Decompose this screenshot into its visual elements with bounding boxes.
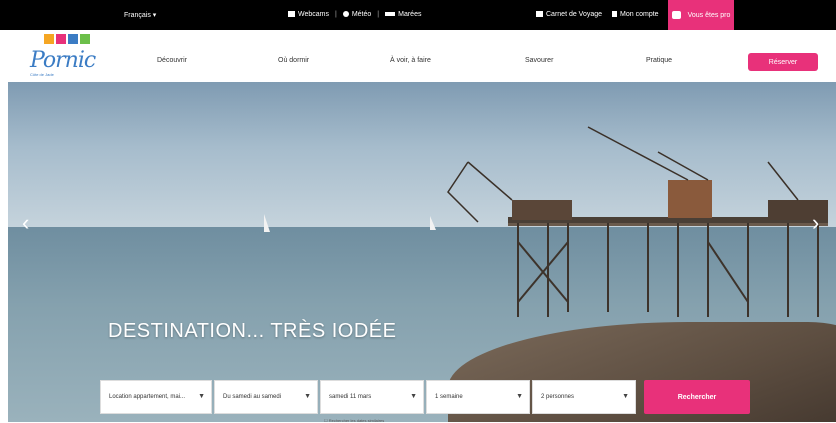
account-link[interactable]: Mon compte	[612, 11, 659, 18]
chevron-down-icon: ▼	[304, 393, 311, 400]
webcam-link[interactable]: Webcams	[288, 11, 329, 18]
tides-link[interactable]: Marées	[385, 11, 421, 18]
search-bar: Location appartement, mai... ▼ Du samedi…	[100, 380, 750, 414]
logo[interactable]: Pornic Côte de Jade	[30, 32, 120, 80]
chevron-left-icon[interactable]: ‹	[22, 210, 29, 236]
chevron-down-icon: ▼	[410, 393, 417, 400]
pro-icon	[671, 11, 681, 19]
reserve-button[interactable]: Réserver	[748, 53, 818, 71]
period-type-select[interactable]: Du samedi au samedi ▼	[214, 380, 318, 414]
logo-block	[68, 34, 78, 44]
language-selector[interactable]: Français ▾	[124, 11, 156, 19]
logo-wordmark: Pornic	[30, 48, 96, 73]
logo-block	[44, 34, 54, 44]
user-icon	[612, 11, 618, 18]
chevron-right-icon[interactable]: ›	[812, 210, 819, 236]
hero-banner: ‹ › DESTINATION... TRÈS IODÉE	[8, 82, 836, 422]
notebook-icon	[536, 11, 543, 18]
travel-notebook-link[interactable]: Carnet de Voyage	[536, 11, 602, 18]
hero-title: DESTINATION... TRÈS IODÉE	[108, 320, 397, 342]
chevron-down-icon: ▼	[622, 393, 629, 400]
similar-dates-checkbox[interactable]: ☐ Rechercher les dates similaires	[324, 418, 384, 423]
nav-item-savourer[interactable]: Savourer	[525, 57, 553, 64]
logo-block	[80, 34, 90, 44]
separator: |	[335, 11, 337, 18]
nav-item-pratique[interactable]: Pratique	[646, 57, 672, 64]
nav-item-a-voir[interactable]: À voir, à faire	[390, 57, 431, 64]
chevron-down-icon: ▼	[198, 393, 205, 400]
search-button[interactable]: Rechercher	[644, 380, 750, 414]
waves-icon	[385, 12, 396, 17]
logo-tagline: Côte de Jade	[30, 72, 54, 77]
webcam-icon	[288, 11, 295, 18]
main-navigation: Pornic Côte de Jade Découvrir Où dormir …	[0, 30, 836, 82]
separator: |	[377, 11, 380, 18]
topbar-right-links: Carnet de Voyage Mon compte	[536, 11, 659, 18]
logo-blocks	[44, 34, 90, 44]
nav-item-decouvrir[interactable]: Découvrir	[157, 57, 187, 64]
guests-select[interactable]: 2 personnes ▼	[532, 380, 636, 414]
start-date-select[interactable]: samedi 11 mars ▼	[320, 380, 424, 414]
accommodation-type-select[interactable]: Location appartement, mai... ▼	[100, 380, 212, 414]
top-utility-bar: Français ▾ Webcams | Météo | Marées Carn…	[0, 0, 836, 30]
chevron-down-icon: ▼	[516, 393, 523, 400]
nav-item-ou-dormir[interactable]: Où dormir	[278, 57, 309, 64]
duration-select[interactable]: 1 semaine ▼	[426, 380, 530, 414]
weather-link[interactable]: Météo	[342, 11, 371, 18]
topbar-center-links: Webcams | Météo | Marées	[288, 11, 421, 18]
sun-icon	[342, 11, 349, 18]
logo-block	[56, 34, 66, 44]
pro-button[interactable]: Vous êtes pro	[668, 0, 734, 30]
